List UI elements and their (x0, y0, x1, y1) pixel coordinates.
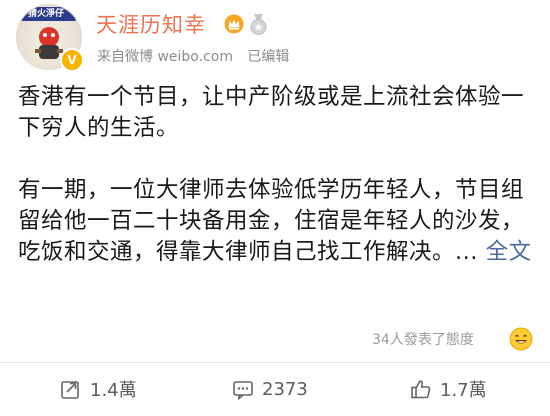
repost-button[interactable]: 1.4萬 (60, 377, 137, 401)
repost-icon (61, 381, 79, 399)
like-button[interactable]: 1.7萬 (410, 377, 487, 401)
avatar[interactable]: 猜火淨仔 V (16, 4, 84, 72)
full-text-link[interactable]: 全文 (486, 239, 532, 265)
crown-icon[interactable] (224, 14, 244, 34)
medal-icon[interactable] (249, 14, 268, 36)
like-count: 1.7萬 (440, 380, 487, 401)
avatar-banner: 猜火淨仔 (17, 7, 77, 21)
post-body: 香港有一个节目，让中产阶级或是上流社会体验一下穷人的生活。 有一期，一位大律师去… (18, 82, 538, 268)
username[interactable]: 天涯历知幸 (96, 12, 206, 38)
comment-icon (233, 381, 253, 400)
repost-count: 1.4萬 (90, 380, 137, 401)
comment-button[interactable]: 2373 (232, 377, 308, 401)
post-paragraph-text: 有一期，一位大律师去体验低学历年轻人，节目组留给他一百二十块备用金，住宿是年轻人… (18, 177, 525, 265)
source-text: 来自微博 weibo.com (97, 49, 233, 65)
thumbs-up-icon (411, 380, 431, 399)
verified-badge-icon: V (60, 48, 84, 72)
edited-label: 已编辑 (247, 49, 290, 65)
comment-count: 2373 (262, 378, 308, 400)
post-paragraph: 香港有一个节目，让中产阶级或是上流社会体验一下穷人的生活。 (18, 84, 525, 141)
post-source: 来自微博 weibo.com 已编辑 (97, 48, 289, 66)
post-header: 猜火淨仔 V 天涯历知幸 来自微博 weibo.com 已编辑 (0, 0, 550, 80)
post-paragraph: 有一期，一位大律师去体验低学历年轻人，节目组留给他一百二十块备用金，住宿是年轻人… (18, 175, 538, 268)
reaction-summary[interactable]: 34人發表了態度 (372, 330, 474, 350)
smile-emoji-icon[interactable] (509, 327, 533, 351)
action-bar: 1.4萬 2373 1.7萬 (0, 363, 550, 416)
